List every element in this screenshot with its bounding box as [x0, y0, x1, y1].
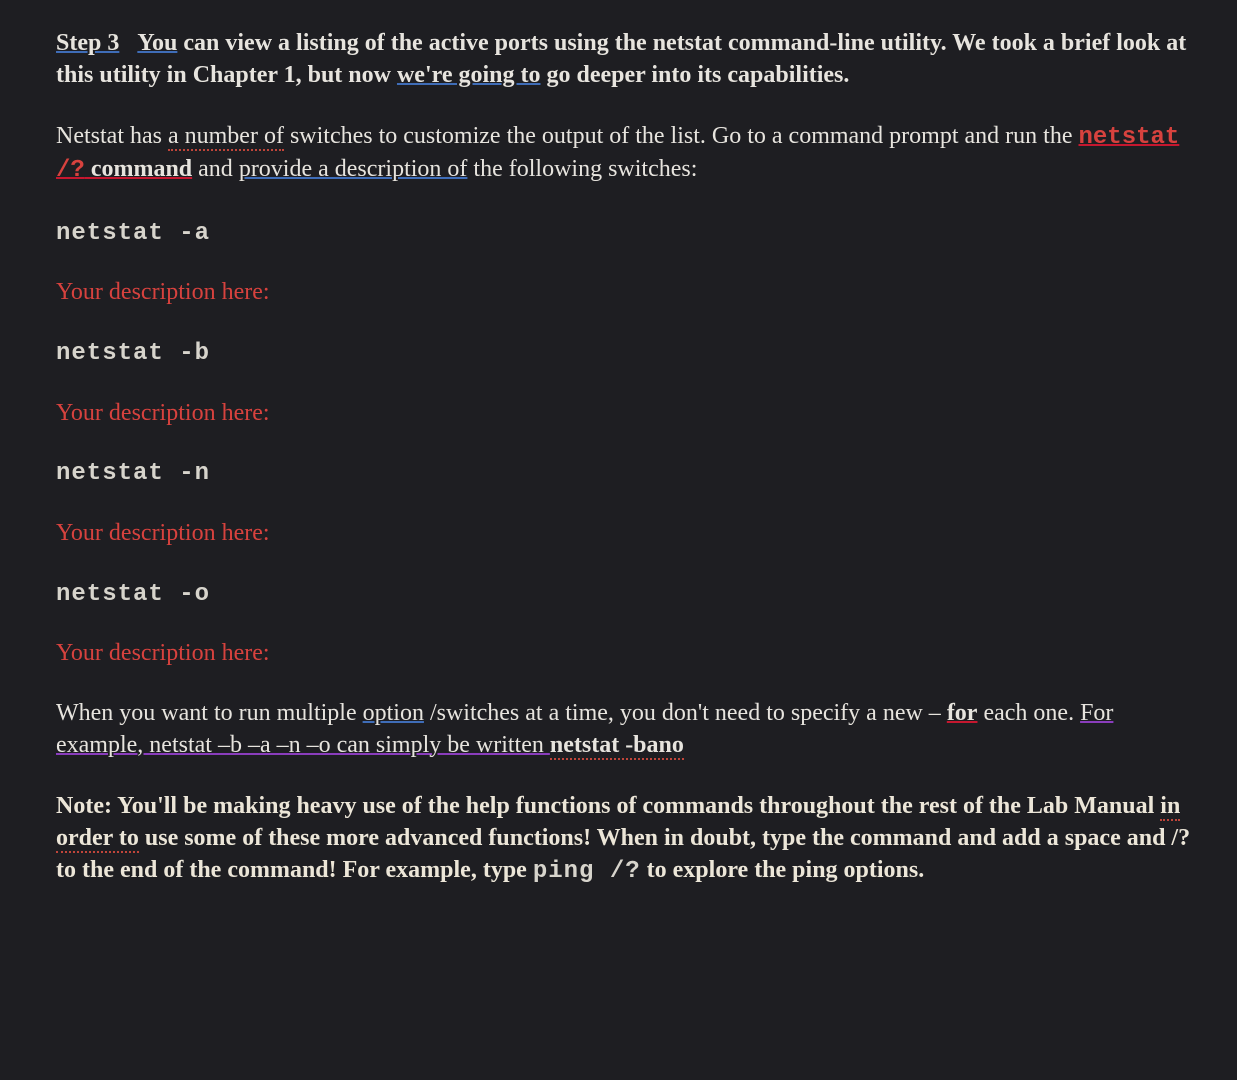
cmd-block-4: netstat -o: [56, 578, 1197, 611]
note-part1: You'll be making heavy use of the help f…: [117, 793, 1160, 819]
cmd-block-1: netstat -a: [56, 217, 1197, 250]
p3-example-bold: netstat -bano: [550, 732, 684, 760]
note-cmd: ping /?: [533, 858, 641, 885]
p3-option: option: [363, 700, 424, 726]
note-label: Note:: [56, 793, 117, 819]
cmd-block-2: netstat -b: [56, 337, 1197, 370]
intro-underlined: we're going to: [397, 62, 541, 88]
document-page: Step 3 You can view a listing of the act…: [0, 0, 1237, 1080]
desc-2: Your description here:: [56, 400, 270, 426]
p2-pre: Netstat has: [56, 123, 168, 149]
desc-4: Your description here:: [56, 640, 270, 666]
p2-a-number-of: a number of: [168, 123, 284, 151]
note-paragraph: Note: You'll be making heavy use of the …: [56, 791, 1197, 887]
p2-tail: the following switches:: [467, 156, 697, 182]
p2-provide: provide a description of: [239, 156, 468, 182]
desc-block-3: Your description here:: [56, 518, 1197, 550]
desc-block-1: Your description here:: [56, 277, 1197, 309]
cmd-3: netstat -n: [56, 460, 210, 487]
cmd-4: netstat -o: [56, 581, 210, 608]
p2-mid2: and: [192, 156, 239, 182]
p3-mid1: /switches at a time, you don't need to s…: [424, 700, 947, 726]
intro-you: You: [137, 30, 177, 56]
p3-pre: When you want to run multiple: [56, 700, 363, 726]
combined-switches-paragraph: When you want to run multiple option /sw…: [56, 698, 1197, 761]
intro-tail: go deeper into its capabilities.: [541, 62, 850, 88]
cmd-2: netstat -b: [56, 340, 210, 367]
desc-3: Your description here:: [56, 520, 270, 546]
step-label: Step 3: [56, 30, 119, 56]
step3-intro-paragraph: Step 3 You can view a listing of the act…: [56, 28, 1197, 91]
cmd-block-3: netstat -n: [56, 457, 1197, 490]
p3-mid2: each one.: [977, 700, 1080, 726]
intro-text-1: [125, 30, 137, 56]
note-part3: to explore the ping options.: [641, 857, 925, 883]
desc-block-4: Your description here:: [56, 638, 1197, 670]
p3-for: for: [947, 700, 978, 726]
p2-mid1: switches to customize the output of the …: [284, 123, 1079, 149]
netstat-switches-paragraph: Netstat has a number of switches to cust…: [56, 121, 1197, 186]
desc-1: Your description here:: [56, 279, 270, 305]
desc-block-2: Your description here:: [56, 398, 1197, 430]
cmd-1: netstat -a: [56, 220, 210, 247]
p2-command: command: [85, 156, 192, 182]
